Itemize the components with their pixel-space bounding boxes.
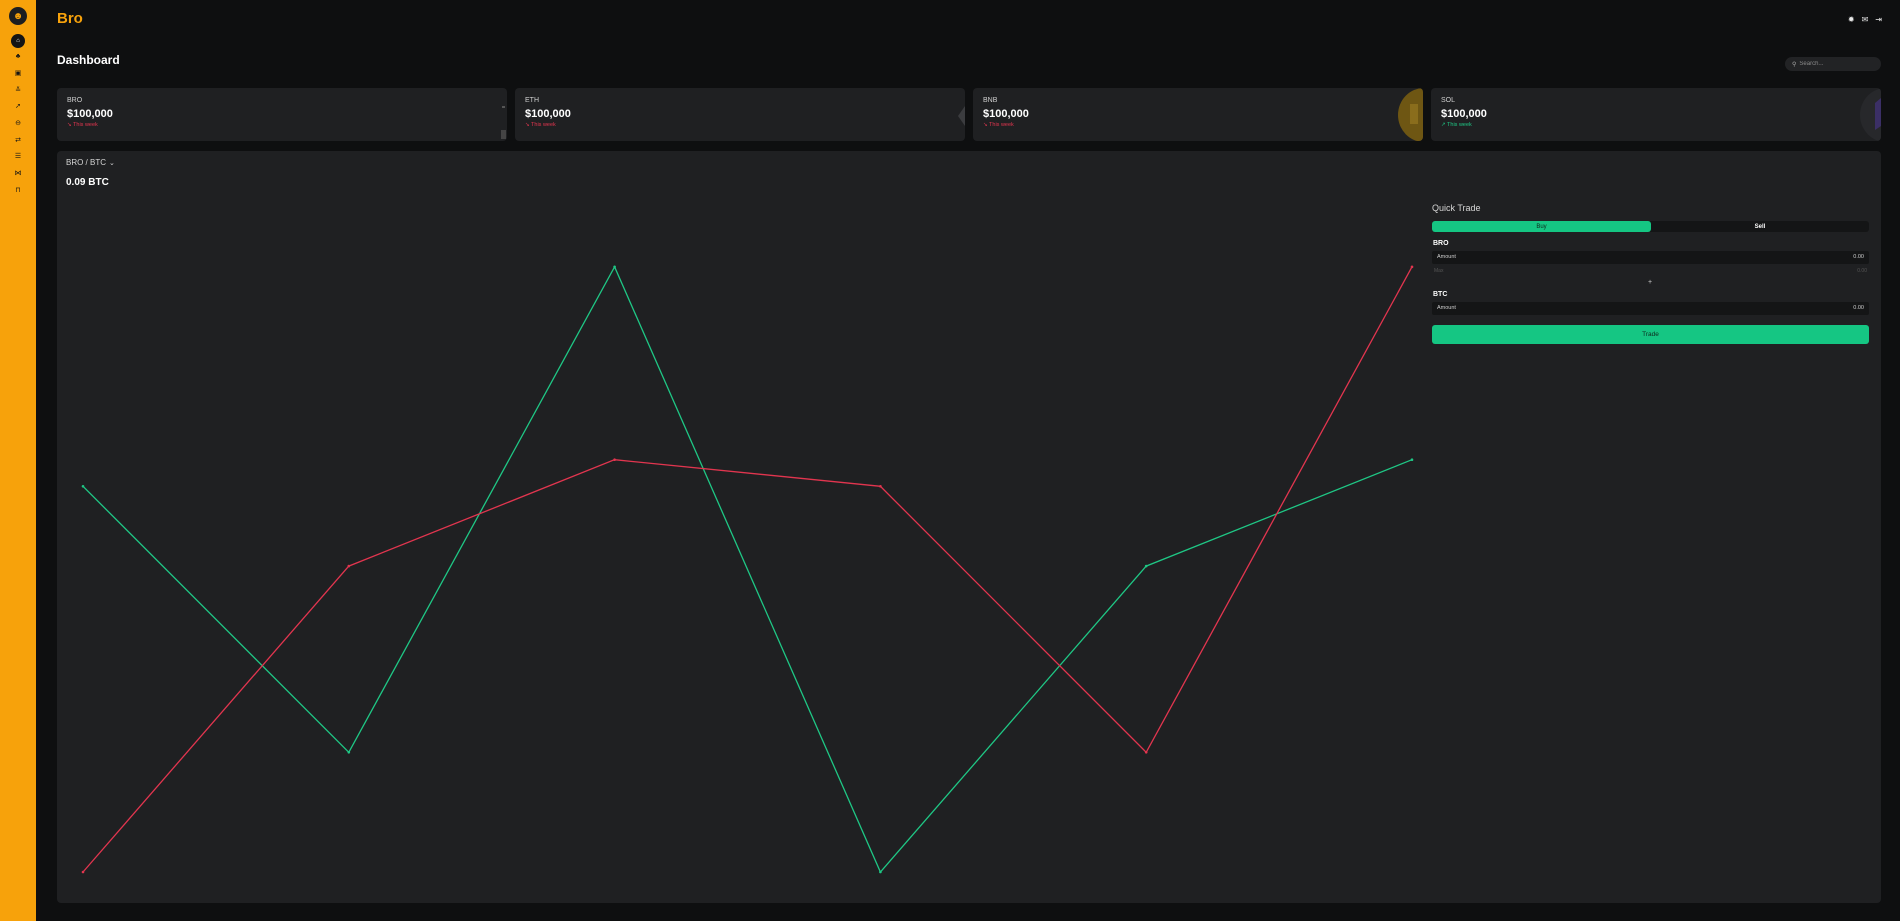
users-icon[interactable]: ♣ [11,51,25,63]
settings-icon[interactable]: ✹ [1848,16,1855,24]
pair-selector[interactable]: BRO / BTC ⌄ [66,158,115,167]
buy-tab[interactable]: Buy [1432,221,1651,232]
max-label[interactable]: Max [1434,268,1443,274]
to-amount-field[interactable]: Amount 0.00 [1432,302,1869,315]
price-card-eth[interactable]: ETH $100,000 ↘ This week [515,88,965,141]
amount-value: 0.00 [1853,305,1864,311]
data-point[interactable] [1144,751,1148,754]
price-card-sol[interactable]: SOL $100,000 ↗ This week [1431,88,1881,141]
price-card-bnb[interactable]: BNB $100,000 ↘ This week [973,88,1423,141]
card-price: $100,000 [983,108,1029,120]
bro-coin-icon [501,106,507,140]
amount-placeholder: Amount [1437,254,1456,260]
to-currency-label: BTC [1433,291,1448,298]
sort-icon[interactable]: ≚ [11,84,25,96]
header-actions: ✹ ✉ ⇥ [1848,16,1882,24]
sell-tab[interactable]: Sell [1651,221,1869,232]
card-price: $100,000 [67,108,113,120]
max-row: Max 0.00 [1434,268,1867,274]
max-value: 0.00 [1857,268,1867,274]
mail-icon[interactable]: ✉ [1862,16,1869,24]
search-input[interactable] [1799,61,1880,67]
card-symbol: ETH [525,97,539,104]
card-symbol: BRO [67,97,83,104]
price-chart [81,265,1414,874]
handshake-icon[interactable]: ⋈ [11,168,25,180]
price-card-bro[interactable]: BRO $100,000 ↘ This week [57,88,507,141]
page-title: Dashboard [57,53,120,67]
data-point[interactable] [1144,564,1148,568]
brand-logo[interactable]: Bro [57,10,83,27]
card-change: ↘ This week [525,122,556,128]
data-point[interactable] [81,870,85,874]
wallet-icon[interactable]: ▣ [11,67,25,79]
trade-button[interactable]: Trade [1432,325,1869,344]
card-change: ↘ This week [67,122,98,128]
amount-placeholder: Amount [1437,305,1456,311]
from-amount-field[interactable]: Amount 0.00 [1432,251,1869,264]
series-line-0 [82,265,1413,874]
data-point[interactable] [81,485,85,488]
data-point[interactable] [879,485,882,488]
chevron-down-icon: ⌄ [109,159,115,167]
list-icon[interactable]: ☰ [11,151,25,163]
home-icon[interactable]: ⌂ [11,34,25,48]
data-point[interactable] [613,265,616,269]
exchange-icon[interactable]: ⇄ [11,134,25,146]
gamepad-icon[interactable]: ⊖ [11,118,25,130]
card-change: ↘ This week [983,122,1014,128]
pair-price: 0.09 BTC [66,177,109,188]
swap-icon[interactable]: + [1648,279,1652,286]
logout-icon[interactable]: ⇥ [1875,16,1882,24]
sidebar: ☻ ⌂ ♣ ▣ ≚ ➚ ⊖ ⇄ ☰ ⋈ ⊓ [0,0,36,921]
sol-coin-icon [1859,88,1881,141]
card-symbol: BNB [983,97,998,104]
data-point[interactable] [613,458,616,462]
data-point[interactable] [879,870,882,874]
from-currency-label: BRO [1433,240,1449,247]
card-change: ↗ This week [1441,122,1472,128]
buy-sell-toggle: Buy Sell [1432,221,1869,232]
user-avatar[interactable]: ☻ [9,7,27,25]
amount-value: 0.00 [1853,254,1864,260]
bnb-coin-icon [1397,88,1423,141]
pair-label: BRO / BTC [66,158,107,167]
card-symbol: SOL [1441,97,1456,104]
rocket-icon[interactable]: ➚ [11,101,25,113]
quick-trade-title: Quick Trade [1432,203,1481,213]
trash-icon[interactable]: ⊓ [11,184,25,196]
search-icon: ⚲ [1792,61,1797,68]
eth-coin-icon [957,104,965,128]
data-point[interactable] [1410,265,1414,269]
card-price: $100,000 [1441,108,1487,120]
data-point[interactable] [1410,458,1414,462]
card-price: $100,000 [525,108,571,120]
search-box[interactable]: ⚲ [1785,57,1881,71]
data-point[interactable] [347,751,351,754]
data-point[interactable] [347,564,351,568]
